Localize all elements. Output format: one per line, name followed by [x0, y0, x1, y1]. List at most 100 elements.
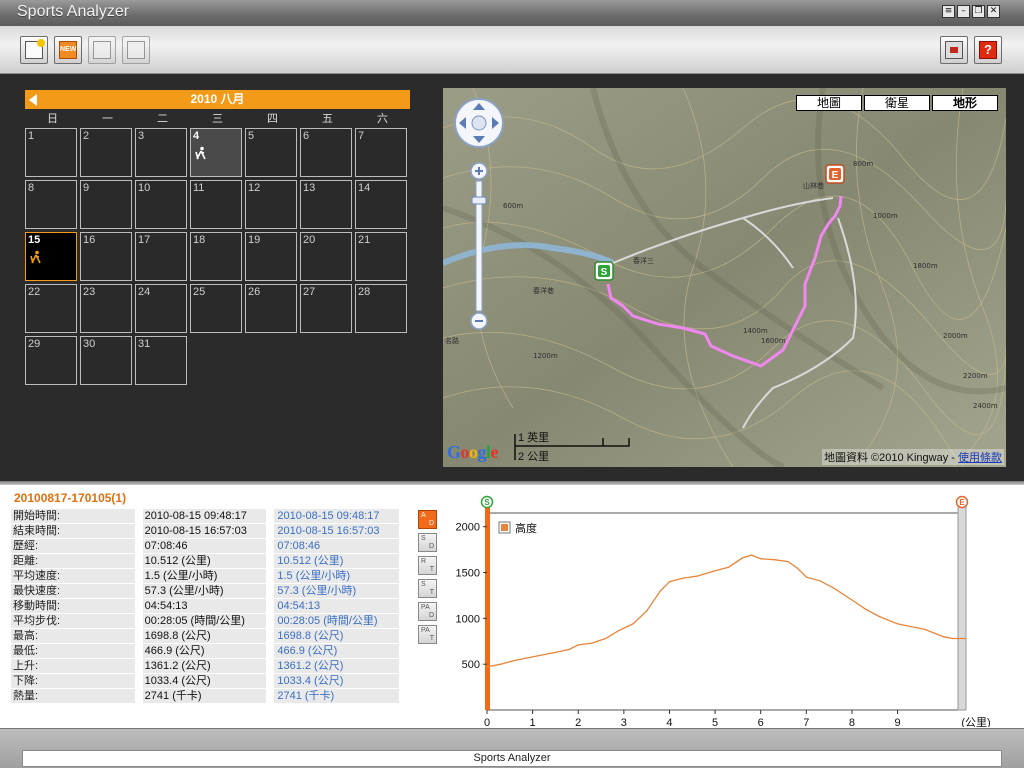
calendar-day[interactable]: 13 [300, 180, 352, 229]
restore-icon[interactable]: ❐ [972, 5, 985, 18]
weekday-row: 日 一 二 三 四 五 六 [25, 111, 410, 128]
calendar-day[interactable]: 14 [355, 180, 407, 229]
export-button[interactable] [122, 36, 150, 64]
stat-value: 07:08:46 [142, 539, 267, 553]
chart-mode-button[interactable]: RT [418, 556, 437, 575]
pan-control[interactable] [454, 98, 504, 148]
elevation-point [865, 608, 867, 610]
calendar-day[interactable]: 18 [190, 232, 242, 281]
stat-value: 57.3 (公里/小時) [142, 584, 267, 598]
month-label: 2010 八月 [190, 92, 245, 106]
map-type-map[interactable]: 地圖 [796, 95, 862, 111]
day-number: 16 [83, 234, 96, 246]
chart-mode-button[interactable]: AD [418, 510, 437, 529]
weekday-label: 四 [267, 113, 278, 125]
start-range-handle[interactable] [485, 507, 490, 710]
calendar-day[interactable]: 1 [25, 128, 77, 177]
import-button[interactable] [88, 36, 116, 64]
calendar-day[interactable]: 19 [245, 232, 297, 281]
add-activity-button[interactable] [20, 36, 48, 64]
chart-mode-button[interactable]: PA T [418, 625, 437, 644]
stat-label: 最低: [11, 644, 135, 658]
stat-label: 最高: [11, 629, 135, 643]
calendar-day[interactable]: 6 [300, 128, 352, 177]
status-text: Sports Analyzer [22, 750, 1002, 767]
elevation-point [897, 623, 899, 625]
terms-link[interactable]: 使用條款 [958, 452, 1002, 464]
chart-mode-button[interactable]: PA D [418, 602, 437, 621]
end-range-handle[interactable] [957, 506, 967, 711]
stat-label: 上升: [11, 659, 135, 673]
status-bar: Sports Analyzer [0, 728, 1024, 768]
calendar-day[interactable]: 30 [80, 336, 132, 385]
elevation-point [682, 577, 684, 579]
google-logo[interactable]: Google [447, 442, 499, 463]
calendar-day[interactable]: 16 [80, 232, 132, 281]
calendar-day[interactable]: 25 [190, 284, 242, 333]
stat-value: 1361.2 (公尺) [142, 659, 267, 673]
day-number: 21 [358, 234, 371, 246]
map-type-satellite[interactable]: 衛星 [864, 95, 930, 111]
weekday-label: 日 [47, 113, 58, 125]
calendar-day[interactable]: 2 [80, 128, 132, 177]
route-map[interactable]: 800m 1000m 1400m 1600m 1800m 2000m 2200m… [443, 88, 1006, 467]
contour-label: 2400m [973, 402, 998, 410]
calendar-day[interactable]: 22 [25, 284, 77, 333]
stat-value-compare: 1361.2 (公尺) [274, 659, 400, 673]
map-scale: 1 英里 2 公里 [512, 429, 630, 463]
calendar-day[interactable]: 8 [25, 180, 77, 229]
x-tick-label: 3 [621, 717, 627, 727]
calendar-day[interactable]: 28 [355, 284, 407, 333]
calendar-day[interactable]: 24 [135, 284, 187, 333]
chart-mode-button[interactable]: ST [418, 579, 437, 598]
prev-month-icon[interactable] [29, 94, 37, 106]
mode-top-label: S [421, 581, 426, 588]
stat-value-compare: 1698.8 (公尺) [274, 629, 400, 643]
new-button[interactable]: NEW [54, 36, 82, 64]
menu-icon[interactable]: ≡ [942, 5, 955, 18]
add-icon [25, 39, 45, 59]
calendar-day[interactable]: 11 [190, 180, 242, 229]
calendar-day[interactable]: 20 [300, 232, 352, 281]
map-type-terrain[interactable]: 地形 [932, 95, 998, 111]
calendar-day[interactable]: 31 [135, 336, 187, 385]
contour-label: 2200m [963, 372, 988, 380]
calendar-day[interactable]: 17 [135, 232, 187, 281]
calendar-day[interactable]: 21 [355, 232, 407, 281]
calendar-day[interactable]: 29 [25, 336, 77, 385]
end-marker[interactable]: E [825, 164, 845, 184]
start-marker[interactable]: S [594, 261, 614, 281]
svg-text:E: E [832, 170, 839, 181]
day-number: 12 [248, 182, 261, 194]
calendar-day[interactable]: 12 [245, 180, 297, 229]
stat-label: 歷經: [11, 539, 135, 553]
day-number: 10 [138, 182, 151, 194]
mode-bottom-label: T [429, 566, 434, 573]
stat-label: 平均步伐: [11, 614, 135, 628]
weekday-label: 五 [322, 113, 333, 125]
calendar-day[interactable]: 9 [80, 180, 132, 229]
close-icon[interactable]: ✕ [987, 5, 1000, 18]
minimize-icon[interactable]: – [957, 5, 970, 18]
day-number: 5 [248, 130, 255, 142]
device-settings-button[interactable] [940, 36, 968, 64]
stat-label: 開始時間: [11, 509, 135, 523]
calendar-day[interactable]: 4 [190, 128, 242, 177]
chart-mode-button[interactable]: SD [418, 533, 437, 552]
calendar-day[interactable]: 3 [135, 128, 187, 177]
title-bar: Sports Analyzer ≡ – ❐ ✕ [0, 0, 1024, 26]
help-button[interactable]: ? [974, 36, 1002, 64]
calendar-day[interactable]: 15 [25, 232, 77, 281]
day-number: 24 [138, 286, 151, 298]
calendar-day[interactable]: 10 [135, 180, 187, 229]
calendar-day[interactable]: 5 [245, 128, 297, 177]
plot-area [486, 512, 967, 711]
weekday-label: 一 [102, 113, 113, 125]
elevation-point [851, 599, 853, 601]
calendar-day[interactable]: 26 [245, 284, 297, 333]
stat-row: 熱量: 2741 (千卡) 2741 (千卡) [11, 689, 400, 704]
stat-value-compare: 1.5 (公里/小時) [274, 569, 400, 583]
calendar-day[interactable]: 7 [355, 128, 407, 177]
calendar-day[interactable]: 23 [80, 284, 132, 333]
calendar-day[interactable]: 27 [300, 284, 352, 333]
